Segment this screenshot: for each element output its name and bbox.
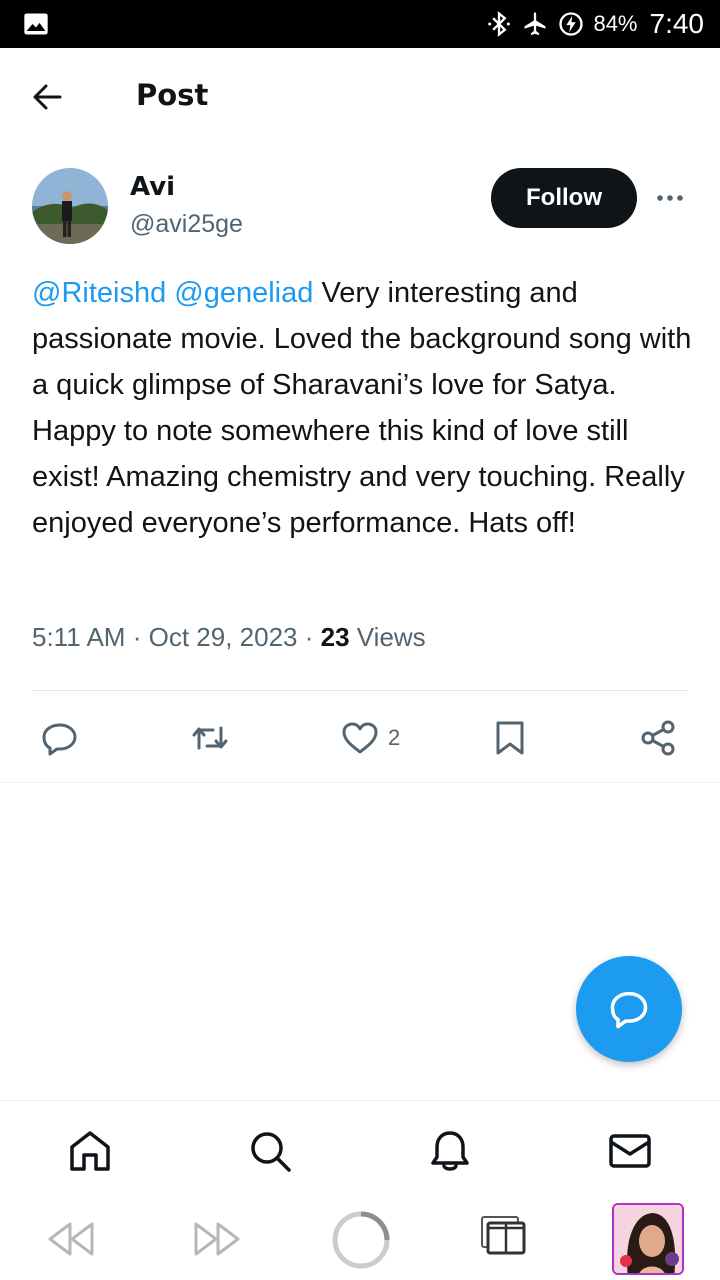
home-icon[interactable] [66,1127,114,1175]
page-title: Post [136,78,209,112]
reply-icon [42,723,77,756]
tabs-icon[interactable] [478,1214,528,1256]
views-count: 23 [320,622,350,652]
rewind-icon[interactable] [44,1218,98,1260]
retweet-button[interactable] [190,712,230,764]
image-icon [24,13,48,35]
meta-separator: · [304,622,314,652]
meta-separator: · [132,622,142,652]
author-name[interactable]: Avi [130,172,175,202]
status-bar: 84% 7:40 [0,0,720,48]
battery-saver-icon [559,12,584,36]
avatar[interactable] [32,168,108,244]
share-icon [641,720,675,756]
thumbnail-image [614,1205,682,1273]
loading-ring-icon[interactable] [330,1209,392,1271]
heart-icon [342,722,378,754]
status-icons: 84% 7:40 [485,0,704,48]
tweet-text: @Riteishd @geneliad Very interesting and… [32,270,692,546]
more-horizontal-icon[interactable] [652,184,688,212]
tweet-meta: 5:11 AM · Oct 29, 2023 · 23 Views [32,622,426,653]
follow-button[interactable]: Follow [491,168,637,228]
tweet-body: Very interesting and passionate movie. L… [32,277,692,539]
action-bar: 2 [0,712,720,764]
fast-forward-icon[interactable] [190,1218,244,1260]
search-icon[interactable] [246,1127,294,1175]
airplane-icon [524,12,546,36]
bell-icon[interactable] [426,1127,474,1175]
header: Post [0,48,720,146]
battery-percent: 84% [593,11,638,36]
app-thumbnail[interactable] [612,1203,684,1275]
bottom-nav [0,1100,720,1200]
system-bar [0,1200,720,1280]
compose-reply-icon [610,991,648,1029]
arrow-left-icon[interactable] [26,76,72,118]
mention-link[interactable]: @geneliad [174,277,313,309]
like-button[interactable]: 2 [340,712,400,764]
like-count: 2 [388,725,401,750]
mail-icon[interactable] [606,1127,654,1175]
bluetooth-icon [488,11,511,37]
divider [0,782,720,783]
reply-fab[interactable] [576,956,682,1062]
share-button[interactable] [638,712,678,764]
clock: 7:40 [649,8,705,39]
tweet-date[interactable]: Oct 29, 2023 [149,622,298,652]
avatar-photo [32,168,108,244]
retweet-icon [192,726,228,750]
mention-link[interactable]: @Riteishd [32,277,166,309]
reply-button[interactable] [40,712,80,764]
bookmark-button[interactable] [490,712,530,764]
bookmark-icon [496,721,524,755]
tweet-time[interactable]: 5:11 AM [32,622,125,652]
author-handle[interactable]: @avi25ge [130,210,243,239]
views-label: Views [356,622,426,652]
divider [32,690,688,691]
